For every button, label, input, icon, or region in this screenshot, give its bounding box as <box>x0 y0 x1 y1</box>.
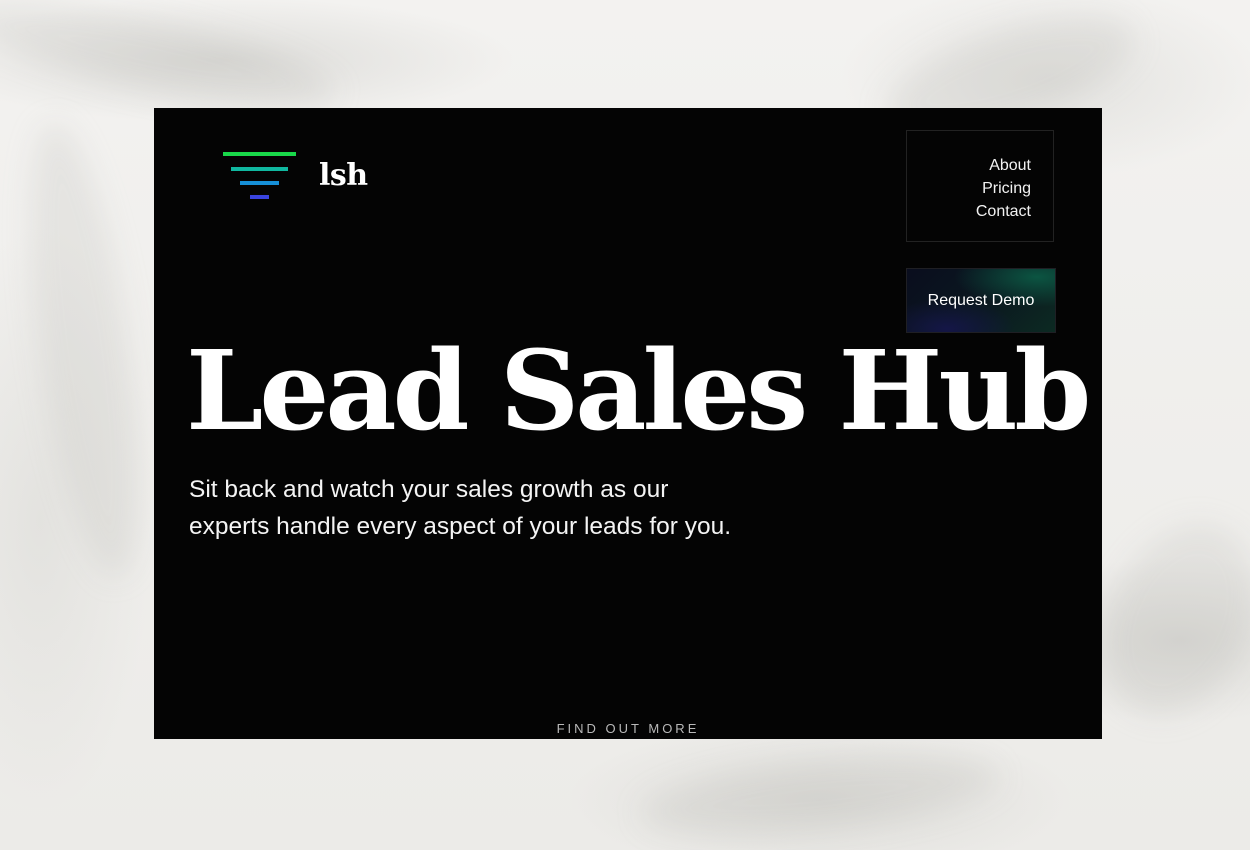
leaf-shadow <box>8 115 162 585</box>
hero-subtitle-line1: Sit back and watch your sales growth as … <box>189 476 669 503</box>
hero-screen: lsh About Pricing Contact Request Demo L… <box>154 108 1102 739</box>
request-demo-button[interactable]: Request Demo <box>906 268 1056 333</box>
logo-bar <box>250 195 269 199</box>
nav-item-about[interactable]: About <box>976 154 1031 177</box>
logo-bar <box>240 181 279 185</box>
nav-item-contact[interactable]: Contact <box>976 200 1031 223</box>
funnel-bars-icon[interactable] <box>222 152 302 202</box>
hero-subtitle: Sit back and watch your sales growth as … <box>189 471 789 545</box>
logo-bar <box>231 167 288 171</box>
nav-list: About Pricing Contact <box>976 154 1031 223</box>
brand-name[interactable]: lsh <box>319 158 368 193</box>
hero-subtitle-line2: experts handle every aspect of your lead… <box>189 513 732 540</box>
find-out-more-link[interactable]: FIND OUT MORE <box>154 721 1102 736</box>
nav-menu: About Pricing Contact <box>906 130 1054 242</box>
nav-item-pricing[interactable]: Pricing <box>976 177 1031 200</box>
logo-bar <box>223 152 296 156</box>
leaf-shadow <box>637 741 1003 849</box>
hero-title: Lead Sales Hub <box>186 326 1091 455</box>
